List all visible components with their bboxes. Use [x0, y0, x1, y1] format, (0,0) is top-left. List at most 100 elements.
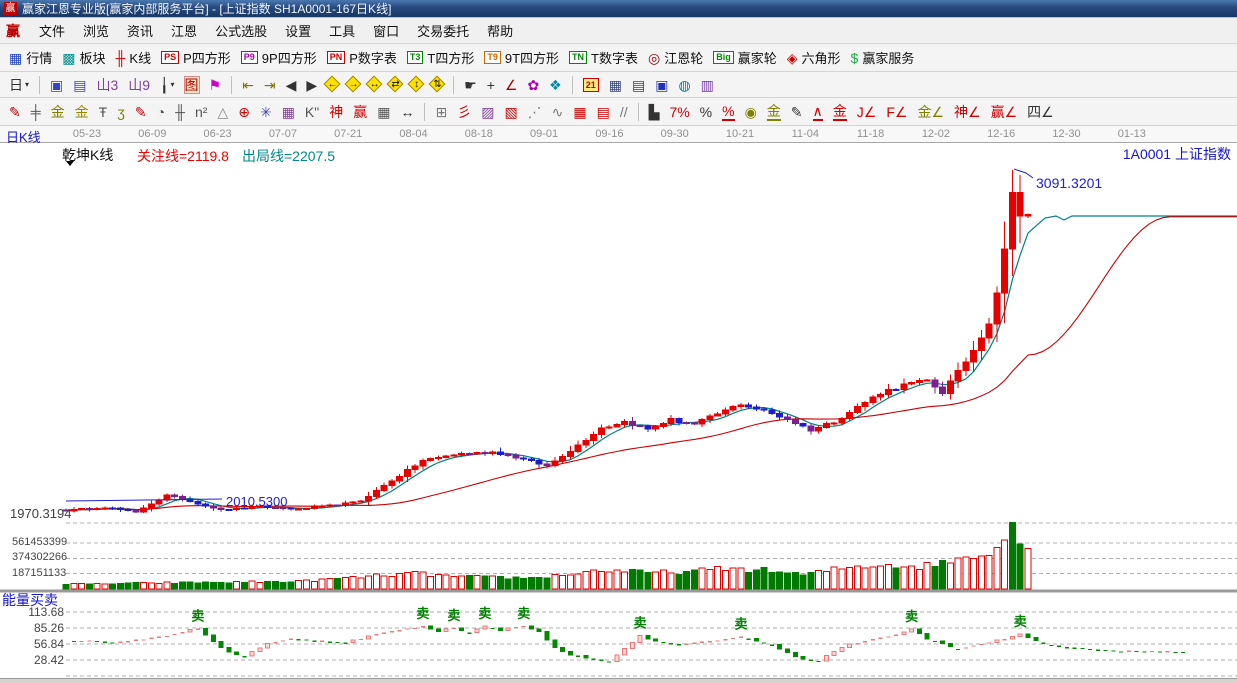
percent-tool[interactable]: %: [696, 103, 716, 121]
first-page-icon[interactable]: ⇤: [238, 76, 258, 94]
save-icon[interactable]: ▣: [651, 76, 672, 94]
pattern-icon[interactable]: ❖: [545, 76, 566, 94]
f-grid-tool[interactable]: Ŧ: [95, 103, 112, 121]
pen-tool[interactable]: ✎: [5, 103, 25, 121]
f-angle-tool[interactable]: F∠: [882, 103, 911, 121]
j-angle-tool[interactable]: J∠: [853, 103, 881, 121]
k-quote-tool[interactable]: K": [301, 103, 323, 121]
ruler-grid-tool[interactable]: ╫: [171, 103, 189, 121]
gold-grid-tool[interactable]: 金: [47, 103, 69, 121]
flower-icon[interactable]: ✿: [523, 76, 543, 94]
qiankun-toggle-icon[interactable]: 图: [181, 75, 203, 94]
network-icon[interactable]: ◍: [674, 76, 694, 94]
expand-right-icon[interactable]: →: [344, 75, 362, 93]
period-day-dropdown[interactable]: 日 ▾: [5, 76, 33, 94]
t-digit-btn[interactable]: TN T数字表: [565, 47, 642, 68]
gold-line-tool[interactable]: 金: [763, 102, 785, 122]
menu-gann[interactable]: 江恩: [162, 18, 206, 43]
main-view-icon[interactable]: ▣: [46, 76, 67, 94]
menu-news[interactable]: 资讯: [118, 18, 162, 43]
menu-browse[interactable]: 浏览: [74, 18, 118, 43]
expand-x-icon[interactable]: ↔: [365, 75, 383, 93]
p-digit-btn-label: P数字表: [349, 51, 397, 66]
zigzag-tool[interactable]: ∿: [548, 103, 568, 121]
menu-trade-order[interactable]: 交易委托: [408, 18, 478, 43]
wave-a-tool[interactable]: ∧: [809, 102, 827, 122]
expand-y-icon[interactable]: ↕: [407, 75, 425, 93]
gann-wheel-btn[interactable]: ◎ 江恩轮: [644, 47, 707, 68]
gold-red-line-tool[interactable]: 金: [829, 102, 851, 122]
gold-angle-tool[interactable]: 金∠: [913, 103, 948, 121]
compress-x-icon[interactable]: ⇄: [386, 75, 404, 93]
menu-window[interactable]: 窗口: [364, 18, 408, 43]
kline-type-dropdown-icon[interactable]: [66, 161, 74, 166]
gann-star-tool[interactable]: ✳: [256, 103, 276, 121]
cycle-clock-tool[interactable]: ◔: [153, 103, 169, 121]
ying-angle-tool[interactable]: 赢∠: [987, 103, 1022, 121]
crosshair-icon[interactable]: +: [483, 76, 499, 94]
info-list-icon[interactable]: ▤: [69, 76, 90, 94]
calculator-icon[interactable]: ▦: [605, 76, 626, 94]
kline-chart-canvas[interactable]: 卖卖卖卖卖卖 卖卖卖: [0, 143, 1237, 678]
t9-square-btn[interactable]: T9 9T四方形: [480, 47, 563, 68]
calendar-icon[interactable]: 21: [579, 77, 603, 93]
fan-box2-tool[interactable]: ▧: [500, 103, 521, 121]
p-digit-btn[interactable]: PN P数字表: [323, 47, 401, 68]
si-angle-tool[interactable]: 四∠: [1023, 103, 1058, 121]
shen-angle-tool[interactable]: 神∠: [950, 103, 985, 121]
gold-grid2-tool[interactable]: 金: [71, 103, 93, 121]
menu-settings[interactable]: 设置: [276, 18, 320, 43]
rank-flag-icon[interactable]: ⚑: [205, 76, 226, 94]
prism-icon: △: [217, 103, 229, 120]
gold-circle-tool[interactable]: ◉: [741, 103, 761, 121]
spiral-tool[interactable]: ʒ: [113, 103, 129, 121]
percent7-tool[interactable]: 7%: [665, 103, 693, 121]
compress-y-icon[interactable]: ⇅: [428, 75, 446, 93]
fan-box-tool[interactable]: ▨: [477, 103, 498, 121]
shen-tool[interactable]: 神: [325, 103, 347, 121]
print-icon[interactable]: ▥: [697, 76, 718, 94]
single-candle-dropdown[interactable]: ╽ ▾: [156, 76, 178, 94]
menu-formula-stock-pick[interactable]: 公式选股: [206, 18, 276, 43]
ying-tool[interactable]: 赢: [349, 103, 371, 121]
menu-help[interactable]: 帮助: [478, 18, 522, 43]
dense-grid-tool[interactable]: ▦: [373, 103, 394, 121]
menu-tools[interactable]: 工具: [320, 18, 364, 43]
sectors-btn[interactable]: ▩ 板块: [58, 47, 109, 68]
hexagon-btn[interactable]: ◈ 六角形: [783, 47, 845, 68]
red-grid-tool[interactable]: ▦: [569, 103, 590, 121]
candle-pen-tool[interactable]: ✎: [787, 103, 807, 121]
h-extent-tool[interactable]: ↔: [396, 103, 418, 121]
toolbar-navigation: 日 ▾ ▣ ▤ 山3 山9 ╽ ▾ 图 ⚑ ⇤ ⇥ ◀ ▶ ← → ↔ ⇄ ↕ ⇅ ☛ + ∠ ✿ ❖ 21 ▦ ▤ ▣ ◍ ▥: [0, 72, 1237, 98]
quotes-btn[interactable]: ▦ 行情: [5, 47, 56, 68]
red-grid2-tool[interactable]: ▤: [593, 103, 614, 121]
menu-file[interactable]: 文件: [30, 18, 74, 43]
next-page-icon[interactable]: ▶: [302, 76, 321, 94]
corner-grid-tool[interactable]: ⊞: [431, 103, 451, 121]
gann-circle-tool[interactable]: ⊕: [234, 103, 254, 121]
t-square-btn[interactable]: T3 T四方形: [403, 47, 478, 68]
bars3-icon[interactable]: 山3: [92, 76, 122, 94]
n2-tool[interactable]: n²: [191, 103, 211, 121]
notes-icon[interactable]: ▤: [628, 76, 649, 94]
measure-icon[interactable]: ∠: [501, 76, 522, 94]
diag-lines-tool[interactable]: //: [616, 103, 632, 121]
winner-wheel-btn[interactable]: Big 赢家轮: [709, 47, 781, 68]
web-grid-tool[interactable]: ▦: [278, 103, 299, 121]
prism-tool[interactable]: △: [213, 103, 232, 121]
angle-fan-tool[interactable]: ⋰: [524, 103, 546, 121]
winner-service-btn[interactable]: $ 赢家服务: [847, 47, 919, 68]
bars-stat-tool[interactable]: ▙: [645, 103, 664, 121]
fan-lines-tool[interactable]: 彡: [453, 103, 475, 121]
grid-scale-tool[interactable]: ╪: [27, 103, 45, 121]
hand-tool-icon[interactable]: ☛: [460, 76, 481, 94]
p-square-btn[interactable]: PS P四方形: [157, 47, 235, 68]
kline-btn[interactable]: ╫ K线: [112, 47, 156, 68]
percent-line-tool[interactable]: %: [718, 102, 738, 122]
p9-square-btn[interactable]: P9 9P四方形: [237, 47, 321, 68]
prev-page-icon[interactable]: ◀: [282, 76, 301, 94]
compress-left-icon[interactable]: ←: [323, 75, 341, 93]
bars9-icon[interactable]: 山9: [124, 76, 154, 94]
red-pen-tool[interactable]: ✎: [131, 103, 151, 121]
last-page-icon[interactable]: ⇥: [260, 76, 280, 94]
